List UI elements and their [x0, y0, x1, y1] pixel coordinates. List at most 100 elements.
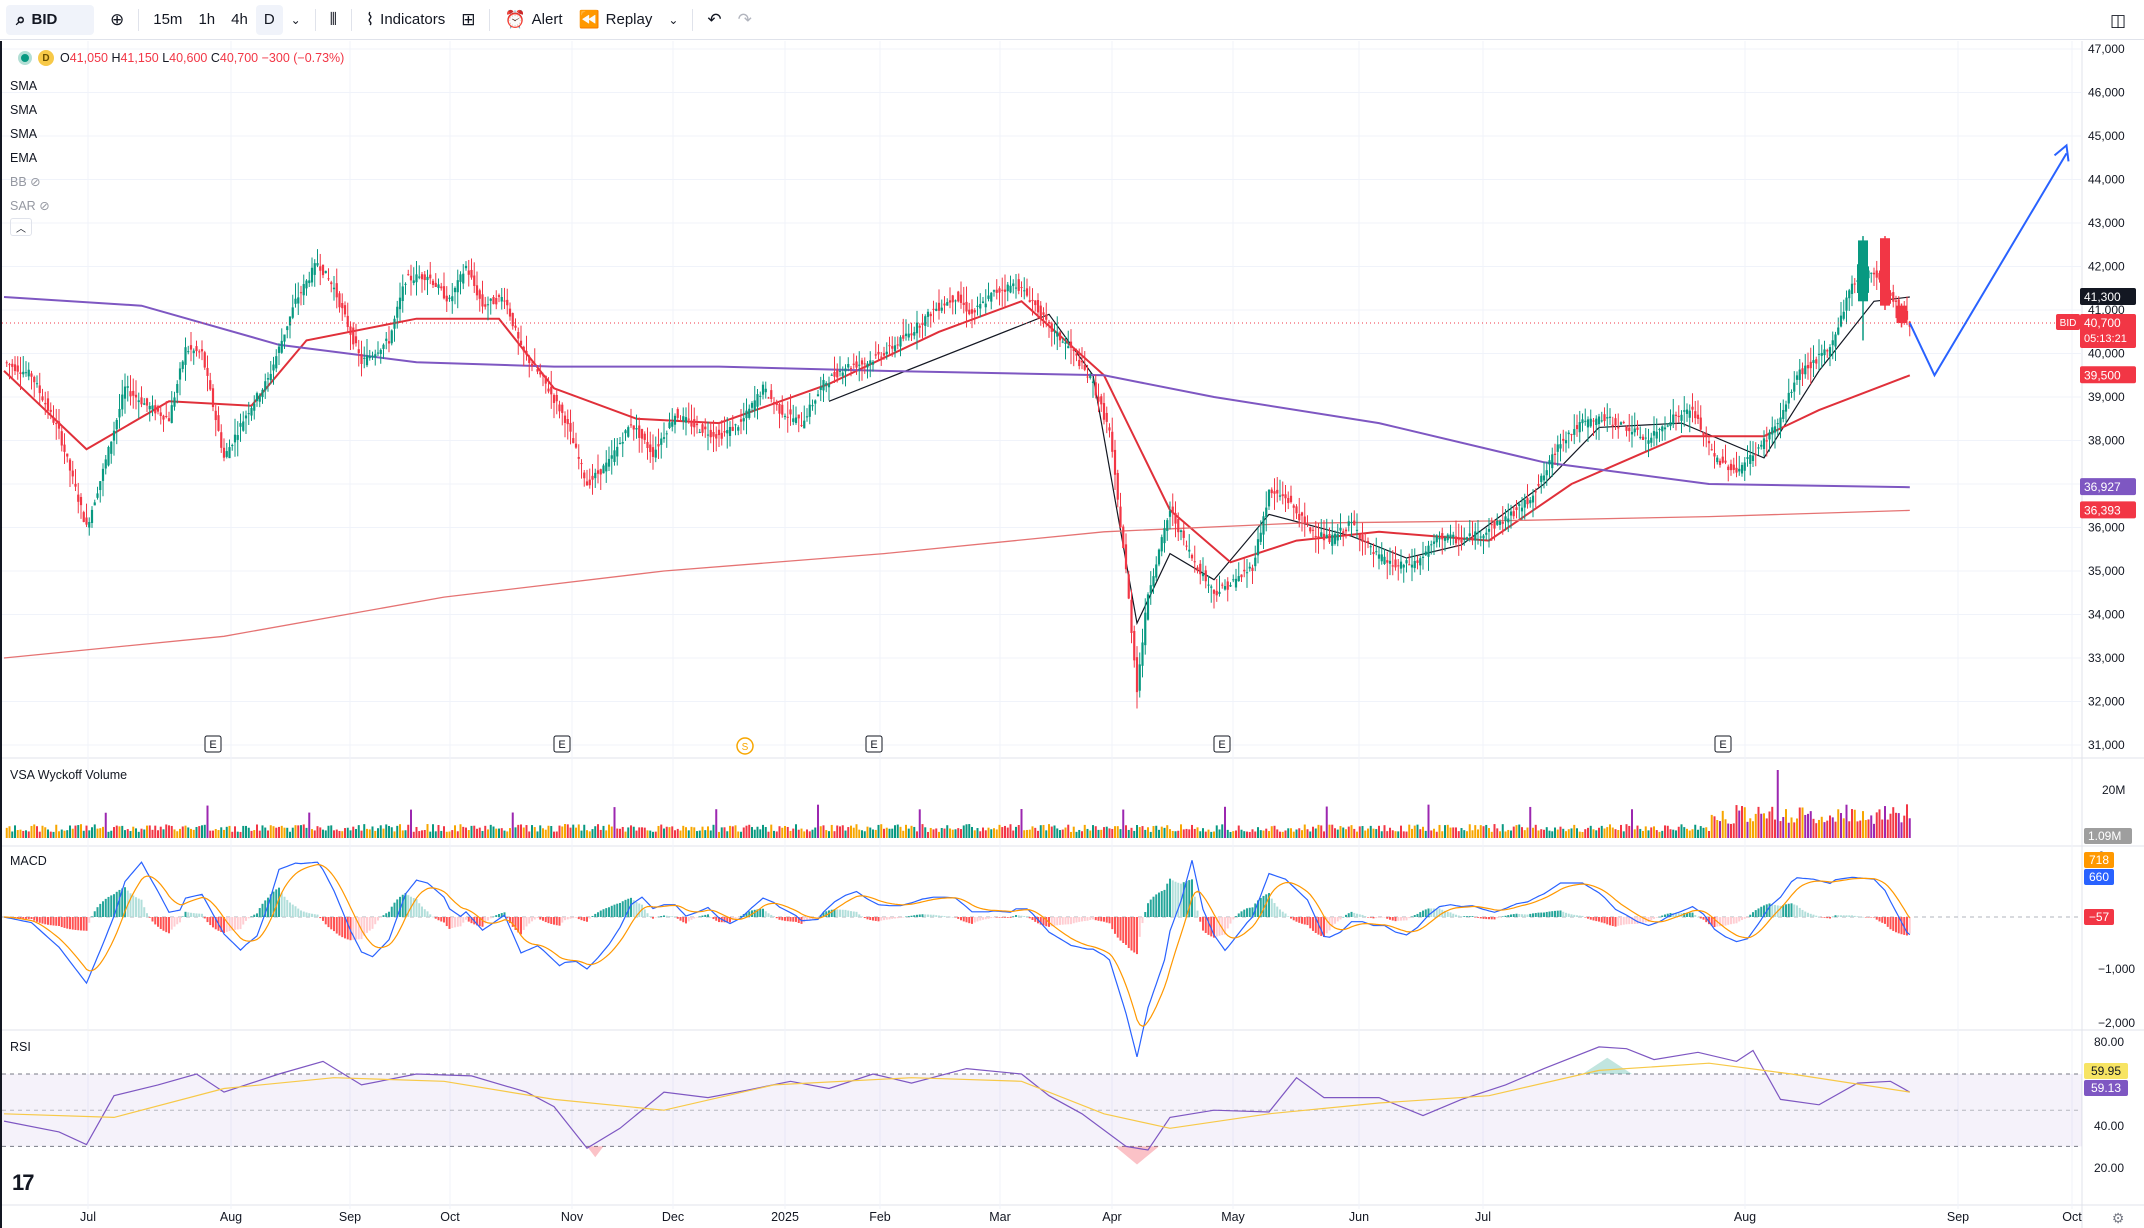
volume-axis-label: 20M [2102, 783, 2125, 797]
volume-bar [1738, 810, 1741, 838]
candle-body [1614, 418, 1617, 426]
macd-histogram-bar [1790, 903, 1793, 917]
indicator-sma-3[interactable]: SMA [10, 122, 50, 146]
macd-histogram-bar [982, 917, 984, 920]
price-axis-label: 35,000 [2088, 564, 2125, 578]
macd-histogram-bar [927, 914, 929, 917]
candle-body [88, 521, 91, 528]
volume-bar [212, 830, 214, 838]
volume-bar [1831, 817, 1834, 838]
candle-body [354, 336, 358, 344]
candle-body [1809, 361, 1812, 369]
macd-histogram-bar [844, 909, 847, 917]
volume-bar [641, 827, 643, 838]
volume-pane-title[interactable]: VSA Wyckoff Volume [10, 768, 127, 782]
candle-body [1826, 350, 1829, 352]
candle-body [451, 296, 454, 302]
macd-histogram-bar [1490, 917, 1493, 920]
macd-histogram-bar [1193, 896, 1196, 917]
volume-bar [234, 826, 236, 838]
candle-body [1559, 444, 1562, 449]
interval-4h[interactable]: 4h [223, 5, 256, 35]
replay-button[interactable]: ⏪ Replay [570, 5, 660, 35]
volume-bar [1565, 831, 1567, 838]
alert-button[interactable]: ⏰ Alert [496, 5, 570, 35]
candle-body [398, 297, 402, 310]
undo-button[interactable]: ↶ [699, 5, 729, 35]
candle-body [206, 367, 209, 376]
indicator-bb[interactable]: BB ⊘ [10, 170, 50, 194]
macd-histogram-bar [993, 917, 995, 918]
candle-body [770, 390, 773, 400]
candle-body [401, 286, 404, 302]
macd-histogram-bar [426, 911, 429, 917]
collapse-legend-button[interactable]: ︿ [10, 218, 32, 236]
redo-button[interactable]: ↷ [730, 5, 760, 35]
interval-d[interactable]: D [255, 4, 283, 35]
chart-canvas[interactable]: Jul Aug Sep Oct Nov Dec 2025 Feb Mar Apr May Jun Jul… [2, 41, 2144, 1228]
chart-area[interactable]: Jul Aug Sep Oct Nov Dec 2025 Feb Mar Apr May Jun Jul… [0, 41, 2144, 1228]
indicator-sma-1[interactable]: SMA [10, 74, 50, 98]
indicators-button[interactable]: ⌇ Indicators [358, 5, 453, 35]
projection-arrow-line[interactable] [1908, 152, 2068, 378]
eye-hidden-icon[interactable]: ⊘ [30, 175, 40, 189]
candle-body [489, 298, 492, 301]
chart-type-button[interactable]: ⫴ [322, 5, 345, 35]
candle-body [684, 417, 688, 423]
indicator-sar[interactable]: SAR ⊘ [10, 194, 50, 218]
macd-histogram-bar [1353, 912, 1356, 917]
symbol-search[interactable]: ⌕ BID [6, 4, 94, 35]
interval-15m[interactable]: 15m [145, 5, 190, 35]
interval-dropdown[interactable]: ⌄ [283, 5, 309, 35]
volume-bar [531, 825, 533, 838]
volume-bar [492, 826, 495, 838]
macd-histogram-bar [225, 917, 228, 932]
volume-bar [1391, 830, 1394, 838]
layouts-button[interactable]: ⊞ [453, 5, 483, 35]
candle-body [753, 400, 756, 411]
candle-body [173, 397, 176, 407]
macd-histogram-bar [1743, 917, 1746, 919]
macd-pane-title[interactable]: MACD [10, 854, 47, 868]
rsi-pane-title[interactable]: RSI [10, 1040, 31, 1054]
indicator-sma-2[interactable]: SMA [10, 98, 50, 122]
replay-dropdown[interactable]: ⌄ [660, 5, 686, 35]
macd-histogram-bar [1496, 917, 1499, 919]
macd-histogram-bar [1306, 917, 1309, 926]
x-axis-label: Aug [1734, 1210, 1756, 1224]
volume-bar [1105, 826, 1108, 838]
eye-hidden-icon[interactable]: ⊘ [39, 199, 49, 213]
candle-body [885, 351, 888, 355]
macd-histogram-bar [1697, 916, 1699, 918]
candle-body [871, 361, 875, 365]
volume-bar [874, 829, 877, 838]
compare-button[interactable]: ⊕ [102, 5, 132, 35]
macd-histogram-bar [1155, 894, 1158, 917]
candle-body [220, 432, 223, 448]
macd-histogram-bar [462, 917, 465, 923]
close-label: C [210, 51, 220, 65]
interval-1h[interactable]: 1h [190, 5, 223, 35]
volume-bar [1686, 828, 1688, 838]
candle-body [126, 386, 129, 388]
volume-bar [566, 824, 569, 838]
candle-body [1534, 491, 1537, 493]
candle-body [1454, 536, 1458, 544]
volume-bar [55, 824, 58, 838]
macd-histogram-bar [1895, 917, 1897, 933]
candle-body [822, 379, 825, 391]
volume-bar [1188, 829, 1191, 838]
macd-histogram-bar [1570, 914, 1573, 917]
indicator-ema[interactable]: EMA [10, 146, 50, 170]
x-axis-label: Jul [1475, 1210, 1491, 1224]
macd-histogram-bar [338, 917, 341, 936]
candle-body [324, 270, 327, 274]
macd-histogram-bar [1103, 917, 1105, 922]
volume-bar [250, 830, 253, 838]
volume-bar [863, 831, 866, 838]
candle-body [1102, 403, 1106, 420]
macd-histogram-bar [1798, 907, 1801, 917]
panel-toggle-button[interactable]: ◫ [2102, 5, 2134, 35]
volume-bar [465, 827, 467, 838]
candle-body [569, 422, 572, 432]
